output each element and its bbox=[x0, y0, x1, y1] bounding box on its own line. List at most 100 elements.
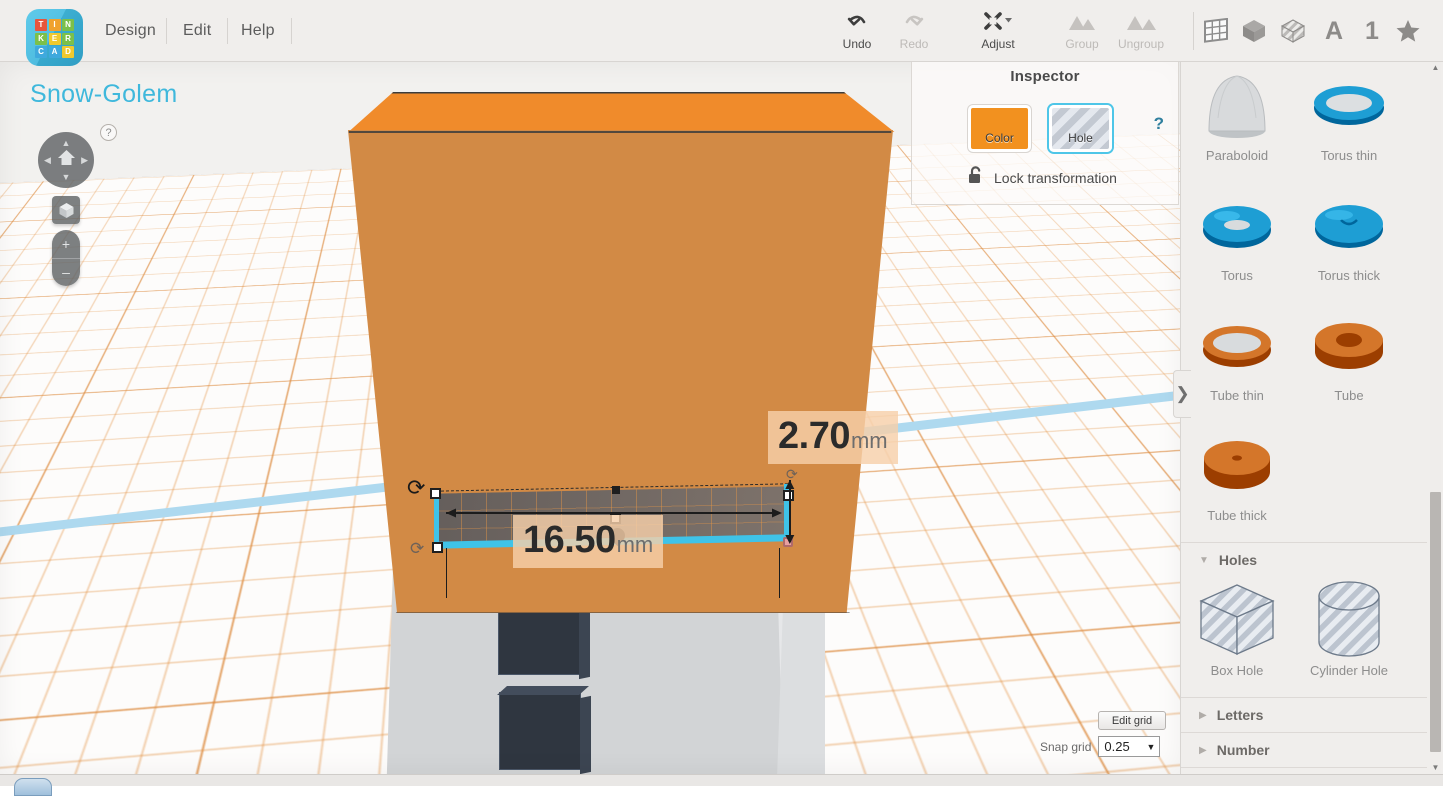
project-title[interactable]: Snow-Golem bbox=[30, 80, 178, 109]
zoom-in-button[interactable]: + bbox=[52, 230, 80, 259]
nav-up-arrow[interactable]: ▲ bbox=[62, 138, 71, 148]
hole-swatch-label: Hole bbox=[1068, 131, 1093, 145]
hole-swatch-button[interactable]: Hole bbox=[1049, 105, 1112, 152]
lock-transformation-row[interactable]: Lock transformation bbox=[968, 166, 1117, 190]
height-dimension-arrows bbox=[785, 480, 795, 544]
tinkercad-logo[interactable]: TIN KER CAD bbox=[26, 9, 83, 66]
color-swatch-label: Color bbox=[985, 131, 1014, 145]
menu-design[interactable]: Design bbox=[105, 22, 156, 40]
menu-divider-1 bbox=[166, 18, 167, 44]
logo-tile-i: I bbox=[48, 19, 61, 31]
height-value: 2.70 bbox=[778, 415, 850, 457]
section-header-holes[interactable]: ▼ Holes bbox=[1181, 542, 1427, 577]
resize-handle-bottom-left[interactable] bbox=[432, 542, 443, 553]
inspector-help-icon[interactable]: ? bbox=[1154, 114, 1164, 134]
chevron-down-icon: ▼ bbox=[1199, 554, 1209, 566]
logo-tile-r: R bbox=[62, 32, 74, 45]
rotate-arrow-bottom[interactable]: ⟳ bbox=[410, 540, 424, 557]
golem-face-hole-2 bbox=[497, 686, 591, 774]
symbols-icon[interactable] bbox=[1391, 14, 1425, 48]
section-label: Letters bbox=[1216, 707, 1264, 723]
width-value: 16.50 bbox=[523, 519, 616, 561]
shape-torus-thin[interactable]: Torus thin bbox=[1293, 62, 1405, 182]
menu-edit[interactable]: Edit bbox=[183, 22, 211, 40]
solid-cube-icon[interactable] bbox=[1237, 14, 1271, 48]
inspector-panel: Inspector Color Hole ? Lock transformati… bbox=[911, 57, 1179, 205]
hole-top-face bbox=[497, 686, 589, 695]
menu-divider-3 bbox=[291, 18, 292, 44]
taskbar-item[interactable] bbox=[14, 778, 52, 796]
adjust-icon bbox=[983, 10, 1013, 34]
nav-right-arrow[interactable]: ▶ bbox=[81, 155, 88, 166]
shape-grid: Paraboloid Torus thin Torus Torus thick … bbox=[1181, 62, 1427, 786]
color-swatch-button[interactable]: Color bbox=[968, 105, 1031, 152]
redo-label: Redo bbox=[899, 37, 929, 51]
hole-box-hole[interactable]: Box Hole bbox=[1181, 577, 1293, 697]
view-navigator[interactable]: ▲ ▼ ◀ ▶ bbox=[38, 132, 94, 188]
shape-tube[interactable]: Tube bbox=[1293, 302, 1405, 422]
menu-help[interactable]: Help bbox=[241, 22, 275, 40]
letters-icon[interactable]: A bbox=[1317, 14, 1351, 48]
panel-collapse-toggle[interactable]: ❯ bbox=[1173, 370, 1191, 418]
lock-transformation-label: Lock transformation bbox=[994, 170, 1117, 186]
snap-grid-select[interactable]: 0.25 ▼ bbox=[1098, 736, 1161, 757]
snap-grid-value: 0.25 bbox=[1104, 739, 1130, 754]
shape-label: Tube thin bbox=[1210, 388, 1264, 403]
resize-handle-top-left[interactable] bbox=[430, 488, 441, 499]
ungroup-label: Ungroup bbox=[1117, 37, 1165, 51]
inspector-title: Inspector bbox=[1010, 68, 1080, 85]
hole-cylinder-hole[interactable]: Cylinder Hole bbox=[1293, 577, 1405, 697]
chevron-right-icon: ▶ bbox=[1199, 744, 1207, 756]
logo-tile-n: N bbox=[62, 19, 74, 31]
group-button[interactable]: Group bbox=[1053, 10, 1111, 56]
paraboloid-icon bbox=[1181, 62, 1293, 148]
hole-side-face bbox=[580, 695, 591, 774]
shape-torus-thick[interactable]: Torus thick bbox=[1293, 182, 1405, 302]
scroll-down-arrow[interactable]: ▼ bbox=[1430, 762, 1441, 774]
zoom-controls[interactable]: + – bbox=[52, 230, 80, 286]
ungroup-icon bbox=[1125, 10, 1157, 34]
shape-tube-thin[interactable]: Tube thin bbox=[1181, 302, 1293, 422]
logo-tile-a: A bbox=[48, 46, 61, 58]
adjust-button[interactable]: Adjust bbox=[969, 10, 1027, 56]
logo-letter-tiles: TIN KER CAD bbox=[35, 19, 74, 58]
shape-tube-thick[interactable]: Tube thick bbox=[1181, 422, 1293, 542]
rotate-arrow-top[interactable]: ⟳ bbox=[407, 477, 425, 499]
logo-tile-k: K bbox=[35, 32, 47, 45]
chevron-right-icon: ▶ bbox=[1199, 709, 1207, 721]
fit-view-cube-button[interactable] bbox=[52, 196, 80, 224]
width-dimension-label[interactable]: 16.50 mm bbox=[513, 515, 664, 568]
section-header-number[interactable]: ▶ Number bbox=[1181, 732, 1427, 767]
nav-down-arrow[interactable]: ▼ bbox=[62, 172, 71, 182]
logo-tile-d: D bbox=[62, 46, 74, 58]
tube-thick-icon bbox=[1181, 422, 1293, 508]
shape-torus[interactable]: Torus bbox=[1181, 182, 1293, 302]
scroll-up-arrow[interactable]: ▲ bbox=[1430, 62, 1441, 74]
tube-thin-icon bbox=[1181, 302, 1293, 388]
panel-scrollbar-thumb[interactable] bbox=[1430, 492, 1441, 752]
section-header-letters[interactable]: ▶ Letters bbox=[1181, 697, 1427, 732]
workplane-icon[interactable] bbox=[1199, 14, 1233, 48]
snap-grid-row: Snap grid 0.25 ▼ bbox=[1040, 736, 1161, 757]
numbers-icon[interactable]: 1 bbox=[1355, 14, 1389, 48]
height-dimension-label[interactable]: 2.70 mm bbox=[768, 411, 898, 464]
home-view-icon[interactable] bbox=[57, 149, 76, 171]
shape-label: Tube bbox=[1334, 388, 1364, 403]
shape-paraboloid[interactable]: Paraboloid bbox=[1181, 62, 1293, 182]
help-icon[interactable]: ? bbox=[100, 124, 117, 141]
redo-button[interactable]: Redo bbox=[885, 10, 943, 56]
undo-label: Undo bbox=[842, 37, 872, 51]
logo-tile-t: T bbox=[35, 19, 47, 31]
edit-grid-button[interactable]: Edit grid bbox=[1098, 711, 1166, 730]
shape-label: Torus thin bbox=[1320, 148, 1378, 163]
zoom-out-button[interactable]: – bbox=[52, 259, 80, 287]
undo-button[interactable]: Undo bbox=[828, 10, 886, 56]
box-hole-icon bbox=[1181, 577, 1293, 663]
nav-left-arrow[interactable]: ◀ bbox=[44, 155, 51, 166]
ungroup-button[interactable]: Ungroup bbox=[1112, 10, 1170, 56]
hole-cube-icon[interactable] bbox=[1276, 14, 1310, 48]
group-icon bbox=[1066, 10, 1098, 34]
shape-library-panel[interactable]: Paraboloid Torus thin Torus Torus thick … bbox=[1180, 62, 1443, 786]
redo-icon bbox=[902, 10, 926, 34]
resize-handle-top-center[interactable] bbox=[612, 486, 620, 494]
